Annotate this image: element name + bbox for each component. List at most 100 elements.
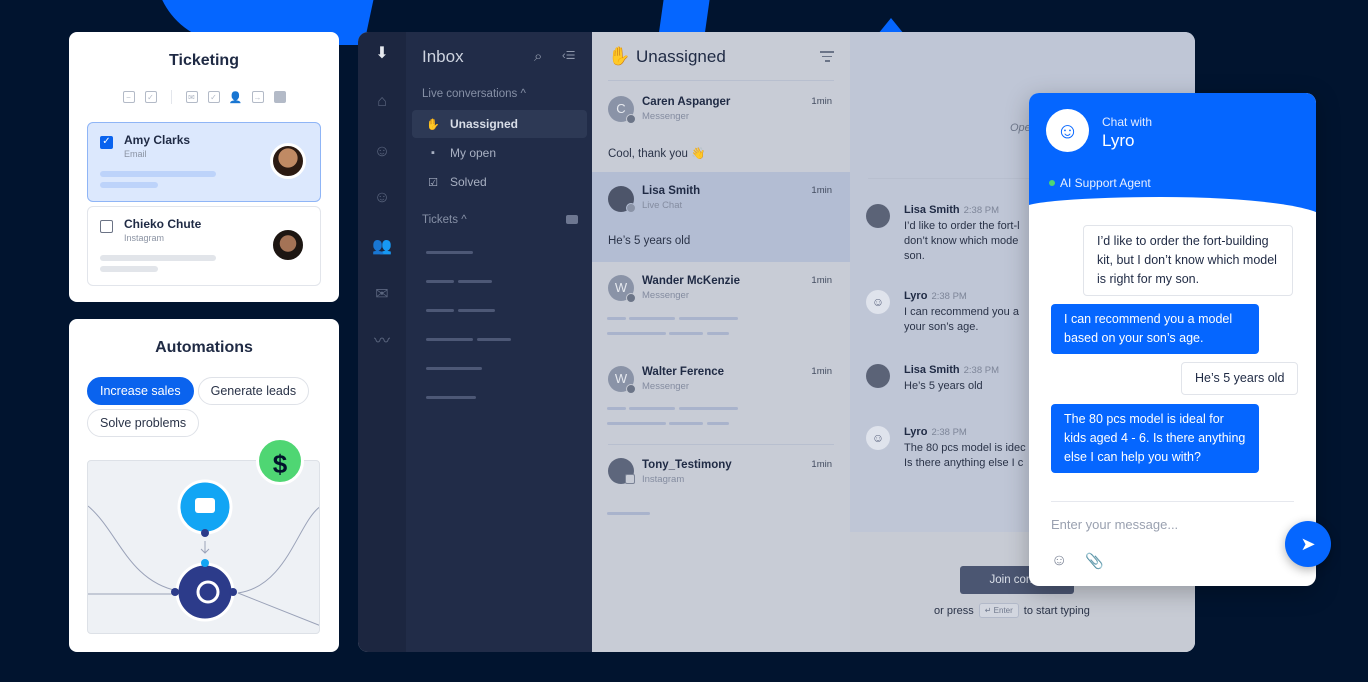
conversation-item[interactable]: C Caren Aspanger Messenger 1min Cool, th… (592, 84, 850, 172)
messenger-icon (626, 114, 636, 124)
bot-icon: ☺ (866, 426, 890, 450)
node-port (201, 559, 209, 567)
nav-solved[interactable]: ☑ Solved (412, 168, 587, 196)
flow-connector (237, 507, 319, 594)
conversation-name: Lisa Smith (642, 185, 701, 197)
send-icon: ➤ (1300, 534, 1316, 554)
placeholder-line (607, 317, 626, 320)
placeholder-line (426, 309, 454, 312)
conversation-item[interactable]: W Wander McKenzie Messenger 1min (592, 262, 850, 352)
conversation-name: Wander McKenzie (642, 275, 740, 287)
placeholder-line (607, 512, 650, 515)
placeholder-line (100, 182, 158, 188)
nav-unassigned[interactable]: ✋ Unassigned (412, 110, 587, 138)
flow-connector (237, 592, 319, 626)
conversation-preview: Cool, thank you 👋 (608, 148, 706, 160)
flow-svg (88, 479, 319, 626)
attachment-icon[interactable]: 📎 (1085, 552, 1104, 570)
chat-with-label: Chat with (1102, 115, 1153, 129)
message-input[interactable] (1051, 517, 1251, 532)
mail-icon[interactable]: ✉ (185, 91, 198, 103)
message-author: Lisa Smith 2:38 PM (904, 204, 999, 216)
placeholder-line (669, 422, 703, 425)
author-name: Lisa Smith (904, 204, 960, 216)
list-title: Unassigned (636, 47, 726, 66)
conversation-item-selected[interactable]: Lisa Smith Live Chat 1min He’s 5 years o… (592, 172, 850, 262)
placeholder-line (426, 396, 476, 399)
filter-icon[interactable] (820, 51, 834, 65)
placeholder-line (426, 338, 473, 341)
dollar-badge-icon: $ (256, 437, 304, 485)
home-icon[interactable]: ⌂ (372, 92, 392, 112)
send-button[interactable]: ➤ (1285, 521, 1331, 567)
divider (608, 444, 834, 445)
assign-user-icon[interactable]: 👤 (229, 91, 243, 104)
author-name: Lyro (904, 290, 928, 302)
conversation-source: Live Chat (642, 200, 683, 211)
bot-icon[interactable]: ☺ (372, 188, 392, 208)
lyro-bot-icon: ☺ (1046, 109, 1089, 152)
inbox-panel: Inbox ⌕ ‹☰ Live conversations ^ ✋ Unassi… (406, 32, 592, 652)
conversation-list: ✋ Unassigned C Caren Aspanger Messenger … (592, 32, 850, 652)
tickets-header[interactable]: Tickets ^ (422, 214, 467, 226)
placeholder-line (679, 407, 738, 410)
move-icon[interactable]: → (251, 91, 264, 103)
add-ticket-icon[interactable] (566, 215, 578, 224)
ai-bot-icon[interactable]: ☺ (372, 142, 392, 162)
placeholder-line (477, 338, 511, 341)
emoji-icon[interactable]: ☺ (1051, 552, 1067, 570)
search-icon[interactable]: ⌕ (534, 48, 542, 65)
lyro-header: ☺ Chat with Lyro AI Support Agent (1029, 93, 1316, 213)
live-conversations-header[interactable]: Live conversations ^ (422, 88, 526, 100)
ticket-name: Amy Clarks (124, 133, 191, 147)
placeholder-line (629, 407, 675, 410)
nav-label: Unassigned (450, 117, 519, 131)
ai-node[interactable] (175, 562, 235, 622)
inbox-title: Inbox (422, 47, 464, 66)
message-text: I can recommend you a your son’s age. (904, 306, 1019, 333)
placeholder-line (607, 332, 666, 335)
bot-message: I can recommend you a model based on you… (1051, 304, 1259, 354)
chip-solve-problems[interactable]: Solve problems (87, 409, 200, 437)
chip-increase-sales[interactable]: Increase sales (87, 377, 194, 405)
placeholder-line (669, 332, 703, 335)
ticket-item[interactable]: Chieko Chute Instagram (87, 206, 321, 286)
trash-icon[interactable] (273, 91, 286, 103)
placeholder-line (426, 367, 482, 370)
ticket-name: Chieko Chute (124, 217, 202, 231)
press-enter-hint: or press ↵ Enter to start typing (934, 603, 1090, 618)
conversation-name: Walter Ference (642, 366, 725, 378)
contacts-icon[interactable]: 👥 (372, 237, 392, 257)
conversation-item[interactable]: Tony_Testimony Instagram 1min (592, 446, 850, 534)
ticket-checkbox[interactable] (100, 220, 113, 233)
message-time: 2:38 PM (931, 291, 967, 302)
chip-generate-leads[interactable]: Generate leads (197, 377, 310, 405)
user-message: I’d like to order the fort-building kit,… (1083, 225, 1293, 296)
placeholder-line (607, 422, 666, 425)
bulk-check-icon[interactable]: ✓ (144, 91, 157, 103)
mail-stack-icon[interactable]: ✉ (372, 285, 392, 305)
icon-rail: ⬇ ⌂ ☺ ☺ 👥 ✉ 〰 (358, 32, 406, 652)
ticket-checkbox[interactable]: ✓ (100, 136, 113, 149)
ticket-item[interactable]: ✓ Amy Clarks Email (87, 122, 321, 202)
minus-square-icon[interactable]: − (122, 91, 135, 103)
ticket-source: Instagram (124, 233, 165, 243)
conversation-item[interactable]: W Walter Ference Messenger 1min (592, 352, 850, 444)
avatar (866, 364, 890, 388)
collapse-panel-icon[interactable]: ‹☰ (562, 49, 576, 62)
user-message: He’s 5 years old (1181, 362, 1299, 395)
message-time: 2:38 PM (963, 365, 1000, 376)
avatar (866, 204, 890, 228)
conversation-name: Caren Aspanger (642, 96, 731, 108)
automations-card: Automations Increase sales Generate lead… (69, 319, 339, 652)
placeholder-line (100, 266, 158, 272)
check-square-icon[interactable]: ✓ (207, 91, 220, 103)
ticketing-title: Ticketing (169, 52, 239, 69)
node-port (229, 588, 237, 596)
wave-icon: ✋ (426, 118, 440, 131)
avatar (270, 143, 306, 179)
analytics-icon[interactable]: 〰 (372, 332, 392, 352)
nav-my-open[interactable]: ▪ My open (412, 139, 587, 167)
inbox-tray-icon[interactable]: ⬇ (372, 44, 392, 64)
chat-bubble-icon (195, 498, 215, 513)
